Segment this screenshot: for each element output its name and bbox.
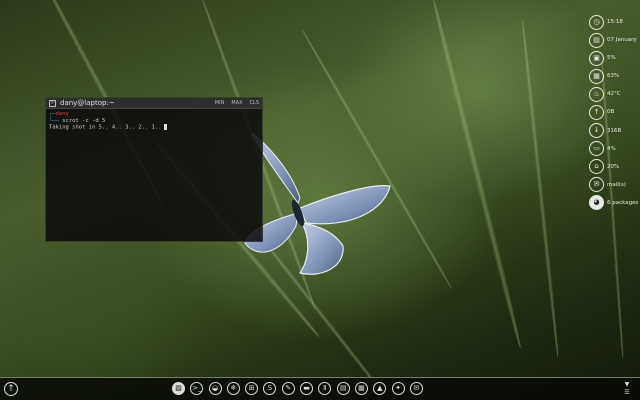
cpu-value: 5% [607, 55, 616, 62]
gimp-launcher[interactable]: ◒ [208, 382, 222, 395]
launcher-dock: ▧ >_ ◒ ❄ ⊞ S ✎ ▬ Ⅱ ▤ ▦ ▲ ✦ ✉ [172, 382, 423, 395]
calendar-icon: ▤ [589, 32, 604, 48]
tray-arrow-icon[interactable]: ▼ [619, 381, 635, 389]
download-value: 316B [607, 127, 622, 134]
memory-icon: ▦ [589, 68, 604, 84]
tray-area[interactable]: ▼ ☰ [619, 381, 635, 397]
terminal-launcher[interactable]: >_ [190, 382, 204, 395]
terminal-titlebar[interactable]: > dany@laptop:~ MIN MAX CLS [46, 98, 262, 109]
command-output: Taking shot in 5.. 4.. 3.. 2.. 1.. [49, 124, 162, 131]
disk-home-icon: ⌂ [589, 159, 604, 175]
prompt-corner: ┌─ [49, 111, 56, 117]
terminal-window[interactable]: > dany@laptop:~ MIN MAX CLS ┌─dany └── s… [45, 97, 263, 242]
editor-launcher[interactable]: ✎ [281, 382, 295, 395]
temperature-value: 42°C [607, 91, 621, 98]
text-cursor [163, 124, 167, 130]
packages-icon: ◕ [589, 195, 604, 211]
skype-launcher[interactable]: S [263, 382, 277, 395]
chat-launcher[interactable]: ▤ [336, 382, 350, 395]
terminal-title: dany@laptop:~ [60, 99, 115, 107]
system-monitor-widgets: ◷ 15:18 ▤ 07 January ▣ 5% ▦ 63% ♨ 42°C ↑ 0B ↓ 3… [589, 13, 640, 212]
files-launcher[interactable]: ▧ [172, 382, 185, 395]
mail-launcher[interactable]: ✉ [409, 382, 423, 395]
output-line: Taking shot in 5.. 4.. 3.. 2.. 1.. [49, 124, 259, 131]
disk-home-widget: ⌂ 20% [589, 158, 640, 176]
vlc-launcher[interactable]: ▲ [373, 382, 387, 395]
disk-root-icon: ▭ [589, 141, 604, 157]
clock-widget: ◷ 15:18 [589, 13, 640, 31]
prompt-user: dany [55, 111, 69, 117]
taskbar: ↑ ▧ >_ ◒ ❄ ⊞ S ✎ ▬ Ⅱ ▤ ▦ ▲ ✦ ✉ ▼ ☰ [0, 377, 640, 400]
menu-button[interactable]: ↑ [4, 382, 18, 396]
browser-launcher[interactable]: ❄ [226, 382, 240, 395]
minimize-button[interactable]: MIN [215, 100, 225, 106]
upload-icon: ↑ [589, 104, 604, 120]
disk-root-widget: ▭ 4% [589, 140, 640, 158]
download-widget: ↓ 316B [589, 122, 640, 140]
command-text: scrot -c -d 5 [62, 117, 106, 124]
mail-icon: ✉ [589, 177, 604, 193]
mixer-launcher[interactable]: Ⅱ [318, 382, 332, 395]
upload-widget: ↑ 0B [589, 103, 640, 121]
cpu-icon: ▣ [589, 50, 604, 66]
tray-menu-icon[interactable]: ☰ [619, 389, 635, 397]
maximize-button[interactable]: MAX [231, 100, 242, 106]
upload-value: 0B [607, 109, 615, 116]
close-button[interactable]: CLS [250, 100, 259, 106]
date-widget: ▤ 07 January [589, 31, 640, 49]
apps-launcher[interactable]: ⊞ [245, 382, 259, 395]
memory-widget: ▦ 63% [589, 67, 640, 85]
disk-root-value: 4% [607, 145, 616, 152]
settings-launcher[interactable]: ✦ [391, 382, 405, 395]
calculator-launcher[interactable]: ▦ [354, 382, 368, 395]
butterfly-image [244, 131, 391, 275]
disk-home-value: 20% [607, 163, 620, 170]
packages-widget: ◕ 6 packages [589, 194, 640, 212]
date-value: 07 January [607, 37, 637, 44]
temperature-widget: ♨ 42°C [589, 85, 640, 103]
cpu-widget: ▣ 5% [589, 49, 640, 67]
mail-value: mail(s) [607, 181, 626, 188]
temperature-icon: ♨ [589, 86, 604, 102]
packages-value: 6 packages [607, 199, 639, 206]
terminal-content[interactable]: ┌─dany └── scrot -c -d 5 Taking shot in … [46, 109, 262, 133]
mail-widget: ✉ mail(s) [589, 176, 640, 194]
download-icon: ↓ [589, 123, 604, 139]
terminal-icon: > [49, 99, 56, 107]
memory-value: 63% [607, 73, 620, 80]
clock-icon: ◷ [589, 14, 604, 30]
clock-value: 15:18 [607, 19, 623, 25]
media-launcher[interactable]: ▬ [300, 382, 314, 395]
command-prefix: └── [49, 117, 59, 124]
